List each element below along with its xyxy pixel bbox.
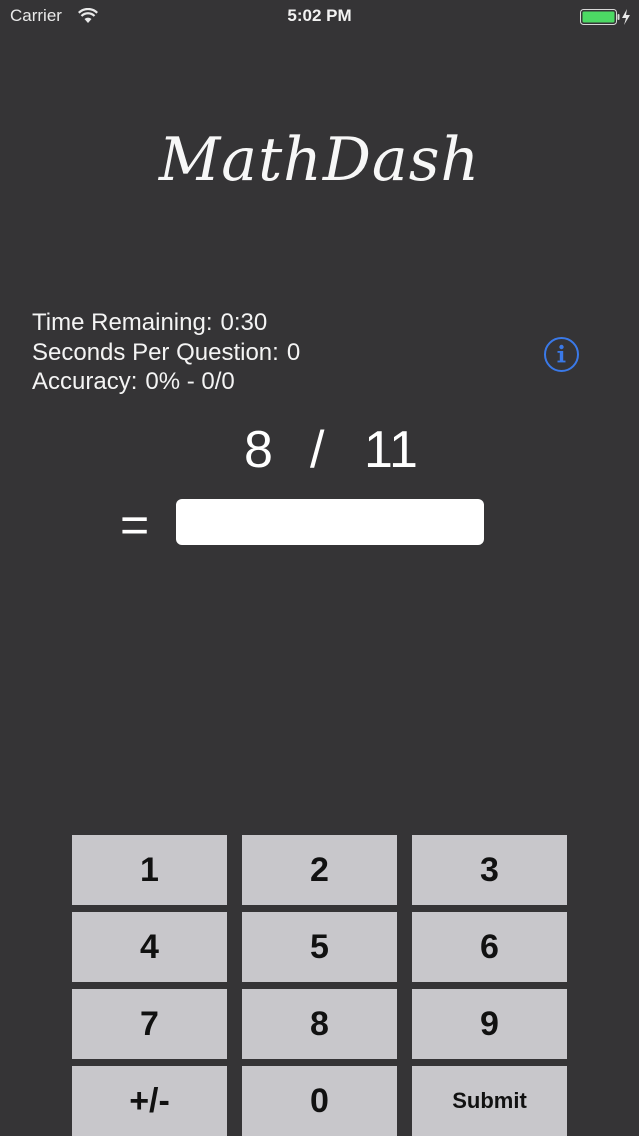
battery-icon <box>580 9 630 25</box>
key-8[interactable]: 8 <box>242 989 397 1059</box>
info-button[interactable] <box>544 337 579 372</box>
accuracy-value: 0% - 0/0 <box>145 368 235 395</box>
key-2[interactable]: 2 <box>242 835 397 905</box>
answer-input[interactable] <box>176 499 484 545</box>
time-remaining-value: 0:30 <box>220 309 268 336</box>
key-5[interactable]: 5 <box>242 912 397 982</box>
accuracy-label: Accuracy: <box>32 368 138 395</box>
operator: / <box>310 421 325 479</box>
key-plus-minus[interactable]: +/- <box>72 1066 227 1136</box>
submit-button[interactable]: Submit <box>412 1066 567 1136</box>
key-0[interactable]: 0 <box>242 1066 397 1136</box>
seconds-per-question-value: 0 <box>286 338 301 366</box>
info-icon <box>557 344 566 363</box>
operand-a: 8 <box>244 421 273 479</box>
question: 8 / 11 <box>0 420 639 484</box>
key-6[interactable]: 6 <box>412 912 567 982</box>
screen: Carrier 5:02 PM MathDash Time Remaining:… <box>0 0 639 1136</box>
stats-panel: Time Remaining: 0:30 Seconds Per Question… <box>32 308 300 397</box>
operand-b: 11 <box>364 421 418 479</box>
equals-sign: = <box>120 497 150 553</box>
app-title: MathDash <box>158 125 481 195</box>
charging-bolt-icon <box>622 9 630 25</box>
key-7[interactable]: 7 <box>72 989 227 1059</box>
key-4[interactable]: 4 <box>72 912 227 982</box>
key-9[interactable]: 9 <box>412 989 567 1059</box>
seconds-per-question-row: Seconds Per Question: 0 <box>32 338 300 368</box>
key-1[interactable]: 1 <box>72 835 227 905</box>
status-bar: Carrier 5:02 PM <box>0 0 639 34</box>
status-time: 5:02 PM <box>287 6 352 25</box>
time-remaining-row: Time Remaining: 0:30 <box>32 308 300 338</box>
key-3[interactable]: 3 <box>412 835 567 905</box>
time-remaining-label: Time Remaining: <box>32 309 213 336</box>
accuracy-row: Accuracy: 0% - 0/0 <box>32 367 300 397</box>
seconds-per-question-label: Seconds Per Question: <box>32 338 279 366</box>
